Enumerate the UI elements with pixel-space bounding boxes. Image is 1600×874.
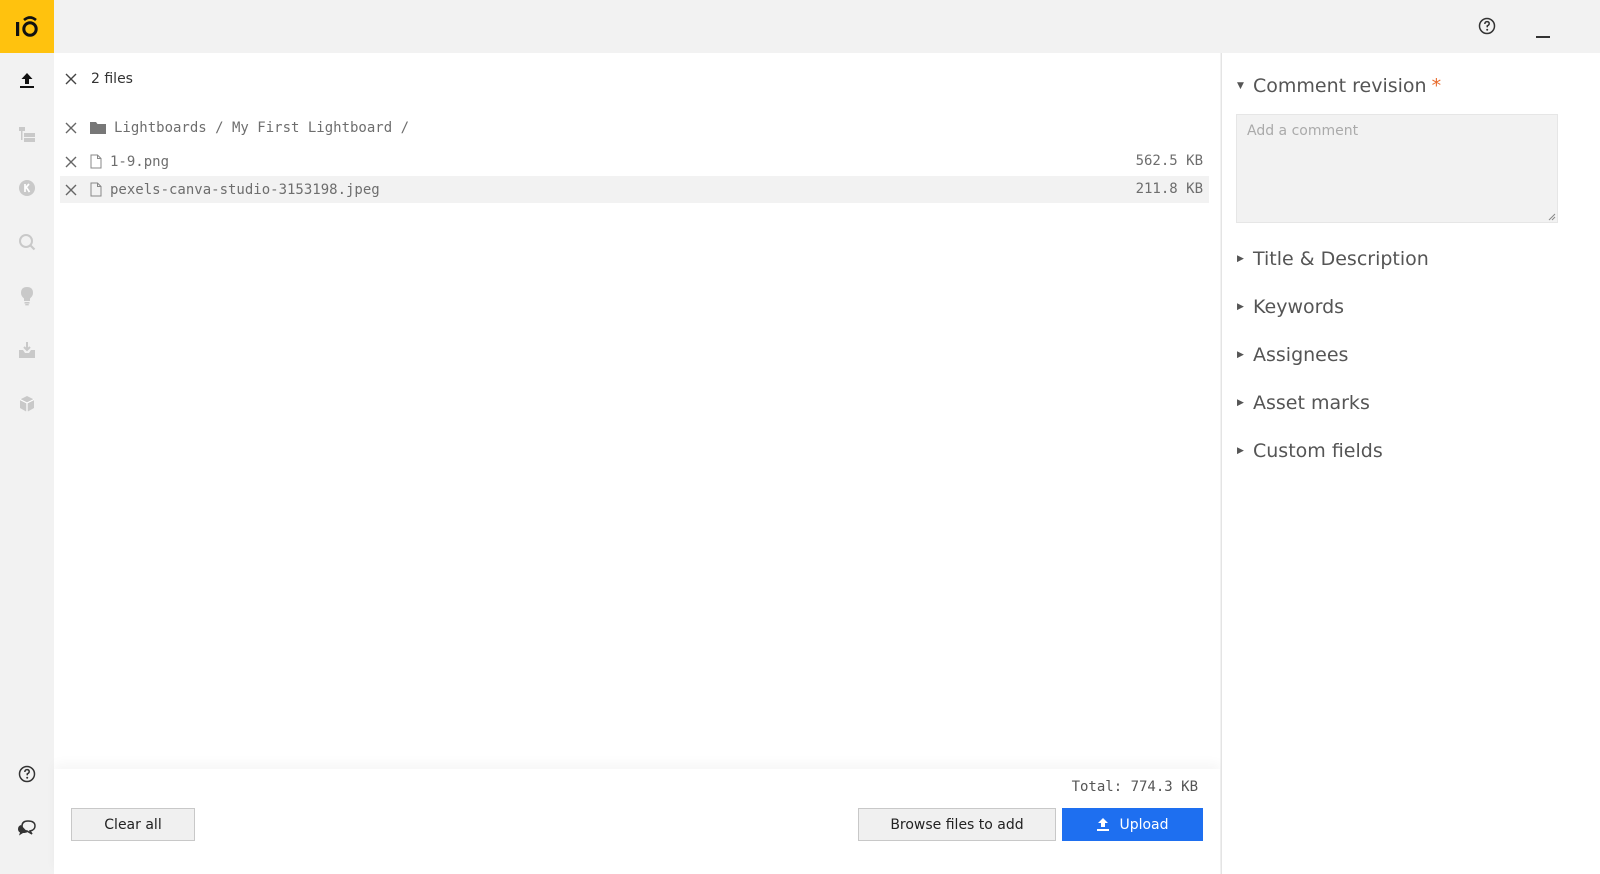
section-title: Assignees (1253, 344, 1349, 366)
files-header: 2 files (62, 67, 133, 91)
section-custom-fields[interactable]: ▶ Custom fields (1237, 440, 1383, 462)
rail-upload[interactable] (0, 53, 54, 107)
file-size: 211.8 KB (1135, 181, 1203, 197)
upload-icon (20, 73, 34, 88)
file-row[interactable]: pexels-canva-studio-3153198.jpeg 211.8 K… (60, 176, 1209, 203)
triangle-down-icon: ▼ (1237, 81, 1244, 91)
top-bar (0, 0, 1600, 53)
upload-label: Upload (1119, 816, 1169, 833)
file-icon (90, 182, 104, 198)
section-assignees[interactable]: ▶ Assignees (1237, 344, 1348, 366)
triangle-right-icon: ▶ (1237, 398, 1244, 408)
resize-handle-icon[interactable] (1548, 213, 1556, 221)
rail-chat[interactable] (0, 801, 54, 855)
upload-icon (1096, 817, 1110, 832)
remove-file-icon[interactable] (62, 181, 80, 199)
section-keywords[interactable]: ▶ Keywords (1237, 296, 1344, 318)
io-logo-icon (16, 15, 38, 37)
remove-file-icon[interactable] (62, 153, 80, 171)
file-row[interactable]: 1-9.png 562.5 KB (60, 148, 1209, 175)
section-title: Custom fields (1253, 440, 1383, 462)
section-asset-marks[interactable]: ▶ Asset marks (1237, 392, 1370, 414)
upload-button[interactable]: Upload (1062, 808, 1203, 841)
section-title: Asset marks (1253, 392, 1370, 414)
folder-icon (90, 120, 106, 136)
metadata-panel: ▼ Comment revision * Add a comment ▶ Tit… (1221, 53, 1600, 874)
rail-help[interactable] (0, 747, 54, 801)
section-title-description[interactable]: ▶ Title & Description (1237, 248, 1429, 270)
file-icon (90, 154, 104, 170)
required-marker: * (1431, 75, 1442, 97)
rail-search[interactable] (0, 215, 54, 269)
upload-footer: Total: 774.3 KB Clear all Browse files t… (54, 769, 1220, 874)
triangle-right-icon: ▶ (1237, 446, 1244, 456)
k-circle-icon (19, 180, 35, 196)
section-title: Keywords (1253, 296, 1345, 318)
section-comment-revision[interactable]: ▼ Comment revision * (1237, 75, 1441, 97)
section-title: Title & Description (1253, 248, 1429, 270)
folder-row: Lightboards / My First Lightboard / (60, 114, 1209, 141)
triangle-right-icon: ▶ (1237, 350, 1244, 360)
close-all-icon[interactable] (62, 70, 80, 88)
lightbulb-icon (21, 287, 33, 306)
file-name: pexels-canva-studio-3153198.jpeg (110, 181, 380, 198)
rail-downloads[interactable] (0, 323, 54, 377)
comment-placeholder: Add a comment (1247, 123, 1359, 139)
upload-panel: 2 files Lightboards / My First Lightboar… (54, 53, 1220, 874)
rail-keywords[interactable] (0, 161, 54, 215)
clear-all-button[interactable]: Clear all (71, 808, 195, 841)
file-size: 562.5 KB (1135, 153, 1203, 169)
rail-packages[interactable] (0, 377, 54, 431)
folder-tree-icon (19, 127, 35, 142)
remove-folder-icon[interactable] (62, 119, 80, 137)
folder-path: Lightboards / My First Lightboard / (114, 119, 410, 136)
rail-ideas[interactable] (0, 269, 54, 323)
help-icon (18, 765, 36, 783)
minimize-icon[interactable] (1535, 24, 1551, 38)
triangle-right-icon: ▶ (1237, 302, 1244, 312)
section-title: Comment revision (1253, 75, 1427, 97)
logo[interactable] (0, 0, 54, 53)
left-rail (0, 53, 54, 874)
download-tray-icon (19, 342, 35, 358)
comment-input[interactable]: Add a comment (1236, 114, 1558, 223)
file-name: 1-9.png (110, 153, 170, 170)
triangle-right-icon: ▶ (1237, 254, 1244, 264)
box-icon (19, 396, 35, 412)
files-count: 2 files (91, 71, 133, 87)
chat-icon (18, 820, 36, 836)
total-size: Total: 774.3 KB (1071, 779, 1198, 795)
rail-folders[interactable] (0, 107, 54, 161)
help-icon[interactable] (1478, 17, 1496, 35)
search-icon (19, 234, 36, 251)
browse-files-button[interactable]: Browse files to add (858, 808, 1056, 841)
